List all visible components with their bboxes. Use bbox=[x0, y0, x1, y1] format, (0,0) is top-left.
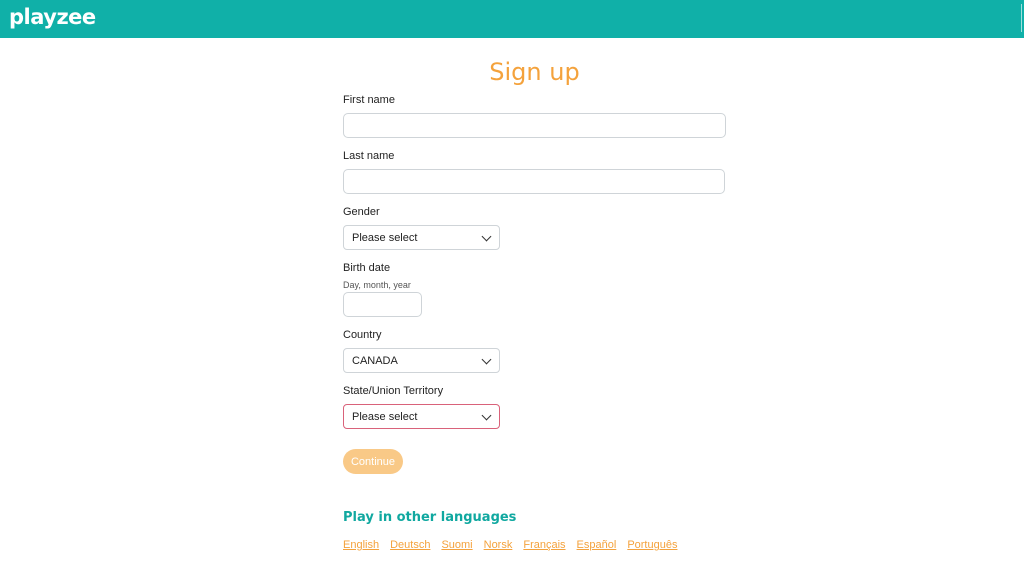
state-label: State/Union Territory bbox=[343, 385, 444, 397]
language-link-deutsch[interactable]: Deutsch bbox=[390, 539, 430, 551]
language-link-norsk[interactable]: Norsk bbox=[484, 539, 513, 551]
country-selected-value: CANADA bbox=[352, 354, 398, 367]
chevron-down-icon bbox=[481, 354, 492, 365]
gender-select[interactable]: Please select bbox=[343, 225, 500, 250]
first-name-input[interactable] bbox=[343, 113, 726, 138]
chevron-down-icon bbox=[481, 410, 492, 421]
birth-date-label: Birth date bbox=[343, 262, 391, 274]
first-name-label: First name bbox=[343, 94, 395, 106]
country-select[interactable]: CANADA bbox=[343, 348, 500, 373]
state-selected-value: Please select bbox=[352, 410, 418, 423]
language-link-english[interactable]: English bbox=[343, 539, 379, 551]
gender-selected-value: Please select bbox=[352, 231, 418, 244]
last-name-label: Last name bbox=[343, 150, 395, 162]
language-links: English Deutsch Suomi Norsk Français Español P… bbox=[343, 539, 688, 551]
continue-button[interactable]: Continue bbox=[343, 449, 403, 474]
language-link-suomi[interactable]: Suomi bbox=[441, 539, 472, 551]
state-select[interactable]: Please select bbox=[343, 404, 500, 429]
country-label: Country bbox=[343, 329, 382, 341]
gender-label: Gender bbox=[343, 206, 380, 218]
language-link-espanol[interactable]: Español bbox=[577, 539, 617, 551]
page-title: Sign up bbox=[489, 58, 580, 86]
language-link-francais[interactable]: Français bbox=[523, 539, 565, 551]
languages-heading: Play in other languages bbox=[343, 510, 517, 525]
birth-date-hint: Day, month, year bbox=[343, 280, 411, 290]
playzee-logo[interactable]: playzee bbox=[9, 5, 96, 29]
language-link-portugues[interactable]: Português bbox=[627, 539, 677, 551]
last-name-input[interactable] bbox=[343, 169, 725, 194]
birth-date-input[interactable] bbox=[343, 292, 422, 317]
top-bar: playzee bbox=[0, 0, 1024, 38]
chevron-down-icon bbox=[481, 231, 492, 242]
